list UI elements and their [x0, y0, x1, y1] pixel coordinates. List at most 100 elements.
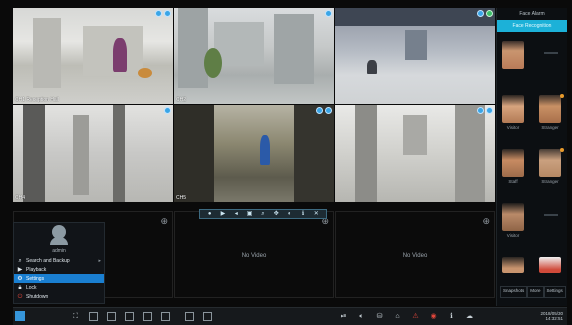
camera-toolbar: ● ▶ ◂ ▣ ⌕ ✥ ◐ ℹ ✕ — [199, 209, 327, 219]
channel-label: CH2 — [176, 97, 187, 103]
playback-icon[interactable]: ⏯ — [339, 312, 348, 321]
face-row[interactable] — [497, 254, 567, 278]
camera-view-6[interactable] — [335, 105, 495, 202]
menu-item-label: Lock — [26, 284, 37, 291]
camera-view-3[interactable] — [335, 8, 495, 104]
motion-status-icon — [486, 107, 493, 114]
add-camera-icon[interactable]: ⊕ — [482, 216, 490, 227]
settings-icon: ⚙ — [17, 275, 23, 282]
status-badges — [164, 107, 171, 114]
add-camera-icon[interactable]: ⊕ — [160, 216, 168, 227]
face-list: Visitor Stranger Staff Stranger Visitor — [497, 38, 567, 278]
record-status-icon — [155, 10, 162, 17]
more-button[interactable]: More — [527, 286, 544, 298]
start-menu-items: ⌕ Search and Backup ▸ ▶ Playback ⚙ Setti… — [14, 256, 104, 301]
alert-dot — [560, 94, 564, 98]
face-row[interactable] — [497, 38, 567, 92]
snapshots-button[interactable]: Snapshots — [500, 286, 528, 298]
panel-footer: Snapshots More Settings — [497, 286, 567, 298]
camera-view-9[interactable]: ⊕ No Video — [335, 211, 495, 298]
start-menu: admin ⌕ Search and Backup ▸ ▶ Playback ⚙… — [13, 222, 105, 304]
face-caption: Staff — [508, 179, 518, 184]
record-status-icon — [164, 107, 171, 114]
play-icon[interactable]: ▶ — [220, 211, 226, 217]
person-figure — [260, 135, 270, 165]
face-row[interactable]: Staff Stranger — [497, 146, 567, 200]
camera-view-2[interactable]: CH2 — [174, 8, 334, 104]
start-button[interactable] — [15, 311, 25, 321]
chevron-right-icon: ▸ — [98, 257, 101, 264]
status-badges — [477, 10, 493, 17]
layout-1-button[interactable] — [89, 312, 98, 321]
panel-header-tab[interactable]: Face Recognition — [497, 20, 567, 32]
face-caption: Visitor — [506, 125, 520, 130]
menu-item-playback[interactable]: ▶ Playback — [14, 265, 104, 274]
face-alarm-panel: Face Alarm Face Recognition Visitor Stra… — [496, 8, 567, 306]
network-icon[interactable]: ⛁ — [375, 312, 384, 321]
face-thumbnail[interactable] — [502, 41, 524, 69]
search-icon: ⌕ — [18, 257, 22, 264]
audio-icon[interactable]: 🔈︎ — [357, 312, 366, 321]
close-icon[interactable]: ✕ — [313, 211, 319, 217]
record-status-icon — [477, 107, 484, 114]
channel-label: CH1 Reception Hall — [15, 97, 59, 103]
panel-settings-button[interactable]: Settings — [543, 286, 566, 298]
face-thumbnail[interactable] — [502, 95, 524, 123]
motion-status-icon — [325, 107, 332, 114]
zoom-icon[interactable]: ⌕ — [260, 211, 266, 217]
face-row[interactable]: Visitor Stranger — [497, 92, 567, 146]
disk-icon[interactable]: ⌂ — [393, 312, 402, 321]
camera-view-5[interactable]: CH5 — [174, 105, 334, 202]
empty-slot — [544, 214, 558, 216]
face-caption: Visitor — [506, 233, 520, 238]
layout-9-button[interactable] — [125, 312, 134, 321]
sequence-button[interactable] — [185, 312, 194, 321]
menu-item-shutdown[interactable]: ⏻ Shutdown — [14, 292, 104, 301]
manual-alarm-icon[interactable]: ◉ — [429, 312, 438, 321]
status-badges — [316, 107, 332, 114]
menu-item-settings[interactable]: ⚙ Settings — [14, 274, 104, 283]
info-icon[interactable]: ℹ — [447, 312, 456, 321]
menu-item-lock[interactable]: 🔒︎ Lock — [14, 283, 104, 292]
cloud-icon[interactable]: ☁ — [465, 312, 474, 321]
alarm-icon[interactable]: ⚠ — [411, 312, 420, 321]
no-video-label: No Video — [402, 252, 428, 259]
face-thumbnail[interactable] — [502, 203, 524, 231]
snapshot-icon[interactable]: ▣ — [247, 211, 253, 217]
person-figure — [113, 38, 127, 72]
playback-icon: ▶ — [17, 266, 23, 273]
user-avatar-icon — [50, 225, 68, 245]
status-badges — [155, 10, 171, 17]
fullscreen-icon[interactable]: ⛶ — [71, 312, 80, 321]
motion-status-icon — [164, 10, 171, 17]
record-status-icon — [477, 10, 484, 17]
ptz-icon[interactable]: ✥ — [273, 211, 279, 217]
face-detect-status-icon — [486, 10, 493, 17]
layout-4-button[interactable] — [107, 312, 116, 321]
clock-time: 14:32:51 — [545, 316, 563, 321]
face-thumbnail[interactable] — [502, 149, 524, 177]
face-row[interactable]: Visitor — [497, 200, 567, 254]
no-video-label: No Video — [241, 252, 267, 259]
previous-page-button[interactable] — [203, 312, 212, 321]
taskbar: ⛶ ⏯ 🔈︎ ⛁ ⌂ ⚠ ◉ ℹ ☁ 2018/05/30 14:32:51 — [13, 307, 567, 325]
record-icon[interactable]: ● — [207, 211, 213, 217]
color-icon[interactable]: ◐ — [287, 211, 293, 217]
lock-icon: 🔒︎ — [18, 284, 22, 291]
info-icon[interactable]: ℹ — [300, 211, 306, 217]
face-thumbnail[interactable] — [539, 257, 561, 273]
audio-icon[interactable]: ◂ — [233, 211, 239, 217]
empty-slot — [544, 52, 558, 54]
face-thumbnail[interactable] — [502, 257, 524, 273]
alert-dot — [560, 148, 564, 152]
face-thumbnail[interactable] — [539, 149, 561, 177]
camera-view-8[interactable]: ⊕ No Video — [174, 211, 334, 298]
status-badges — [325, 10, 332, 17]
layout-16-button[interactable] — [143, 312, 152, 321]
record-status-icon — [316, 107, 323, 114]
camera-view-4[interactable]: CH4 — [13, 105, 173, 202]
menu-item-search-and-backup[interactable]: ⌕ Search and Backup ▸ — [14, 256, 104, 265]
camera-view-1[interactable]: CH1 Reception Hall — [13, 8, 173, 104]
face-thumbnail[interactable] — [539, 95, 561, 123]
layout-custom-button[interactable] — [161, 312, 170, 321]
